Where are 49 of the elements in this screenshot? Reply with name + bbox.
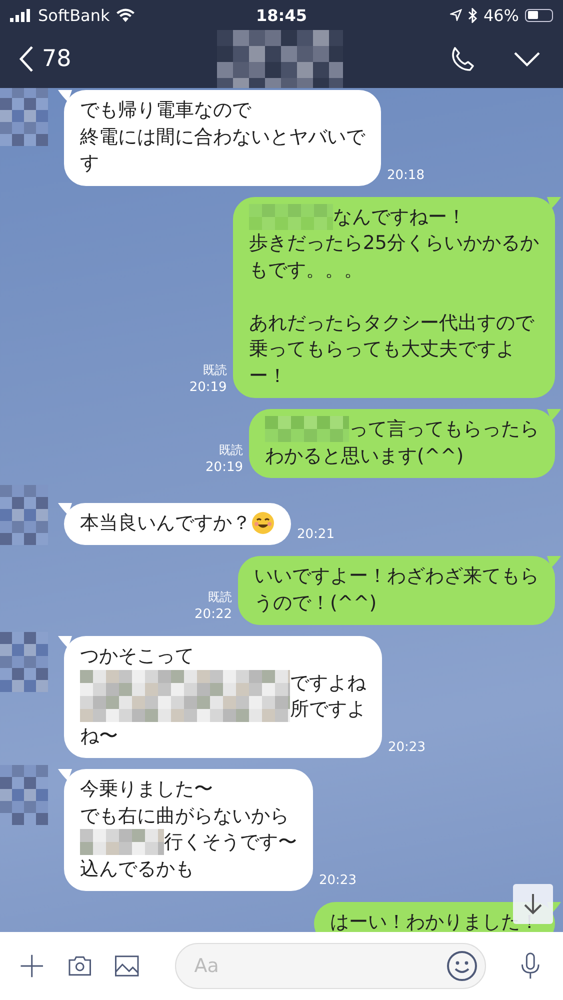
wifi-icon bbox=[116, 8, 135, 22]
message-text: でも帰り電車なので bbox=[80, 98, 251, 123]
message-text: でも右に曲がらないから bbox=[80, 804, 289, 828]
chevron-down-icon[interactable] bbox=[513, 51, 541, 67]
message-text: 終電には間に合わないとヤバいで bbox=[80, 124, 365, 150]
message-text: 込んでるかも bbox=[80, 856, 194, 882]
message-text: なんですねー！ bbox=[332, 204, 466, 230]
message-text: ですよね bbox=[290, 670, 366, 696]
down-arrow-icon bbox=[523, 893, 543, 915]
smiley-icon[interactable] bbox=[446, 950, 478, 982]
message-time: 20:18 bbox=[387, 166, 424, 184]
clock-time: 18:45 bbox=[256, 6, 307, 24]
location-arrow-icon bbox=[450, 9, 462, 21]
carrier-name: SoftBank bbox=[38, 6, 110, 24]
message-time: 20:23 bbox=[319, 872, 356, 889]
message-text: す bbox=[80, 151, 99, 176]
signal-icon bbox=[10, 8, 32, 22]
phone-icon[interactable] bbox=[449, 46, 475, 72]
message-text: はーい！わかりました！ bbox=[330, 910, 539, 932]
battery-icon bbox=[525, 8, 553, 22]
message-time: 20:23 bbox=[388, 739, 426, 756]
message-time: 20:22 bbox=[194, 606, 232, 623]
message-text: ね〜 bbox=[80, 724, 118, 748]
back-icon[interactable] bbox=[18, 45, 34, 73]
read-receipt: 既読 bbox=[219, 442, 243, 459]
message-time: 20:19 bbox=[189, 379, 227, 396]
smiling-face-icon bbox=[251, 510, 275, 535]
read-receipt: 既読 bbox=[208, 589, 232, 606]
message-text: もです。。。 bbox=[248, 258, 363, 282]
read-receipt: 既読 bbox=[202, 362, 227, 379]
bluetooth-icon bbox=[468, 8, 478, 22]
message-text: 行くそうです〜 bbox=[164, 830, 297, 855]
message-time: 20:21 bbox=[297, 526, 334, 543]
message-text: いいですよー！わざわざ来てもら bbox=[254, 564, 539, 589]
message-text: 今乗りました〜 bbox=[80, 777, 213, 802]
message-text: って言ってもらったら bbox=[349, 417, 539, 442]
message-time: 20:19 bbox=[206, 459, 243, 476]
message-text: 歩きだったら25分くらいかかるか bbox=[248, 231, 539, 256]
message-text: わかると思います(^^) bbox=[265, 444, 464, 468]
message-text: 本当良いんですか？ bbox=[80, 510, 251, 536]
message-text: あれだったらタクシー代出すので bbox=[248, 310, 534, 336]
message-text: つかそこって bbox=[80, 644, 194, 669]
back-button[interactable]: 78 bbox=[18, 45, 216, 73]
message-text: ー！ bbox=[248, 364, 287, 388]
battery-percent: 46% bbox=[483, 6, 519, 24]
message-text: うので！(^^) bbox=[254, 590, 377, 616]
message-text: 乗ってもらっても大丈夫ですよ bbox=[248, 337, 515, 362]
message-input-field[interactable]: Aa bbox=[175, 943, 486, 989]
message-text: 所ですよ bbox=[290, 697, 366, 722]
